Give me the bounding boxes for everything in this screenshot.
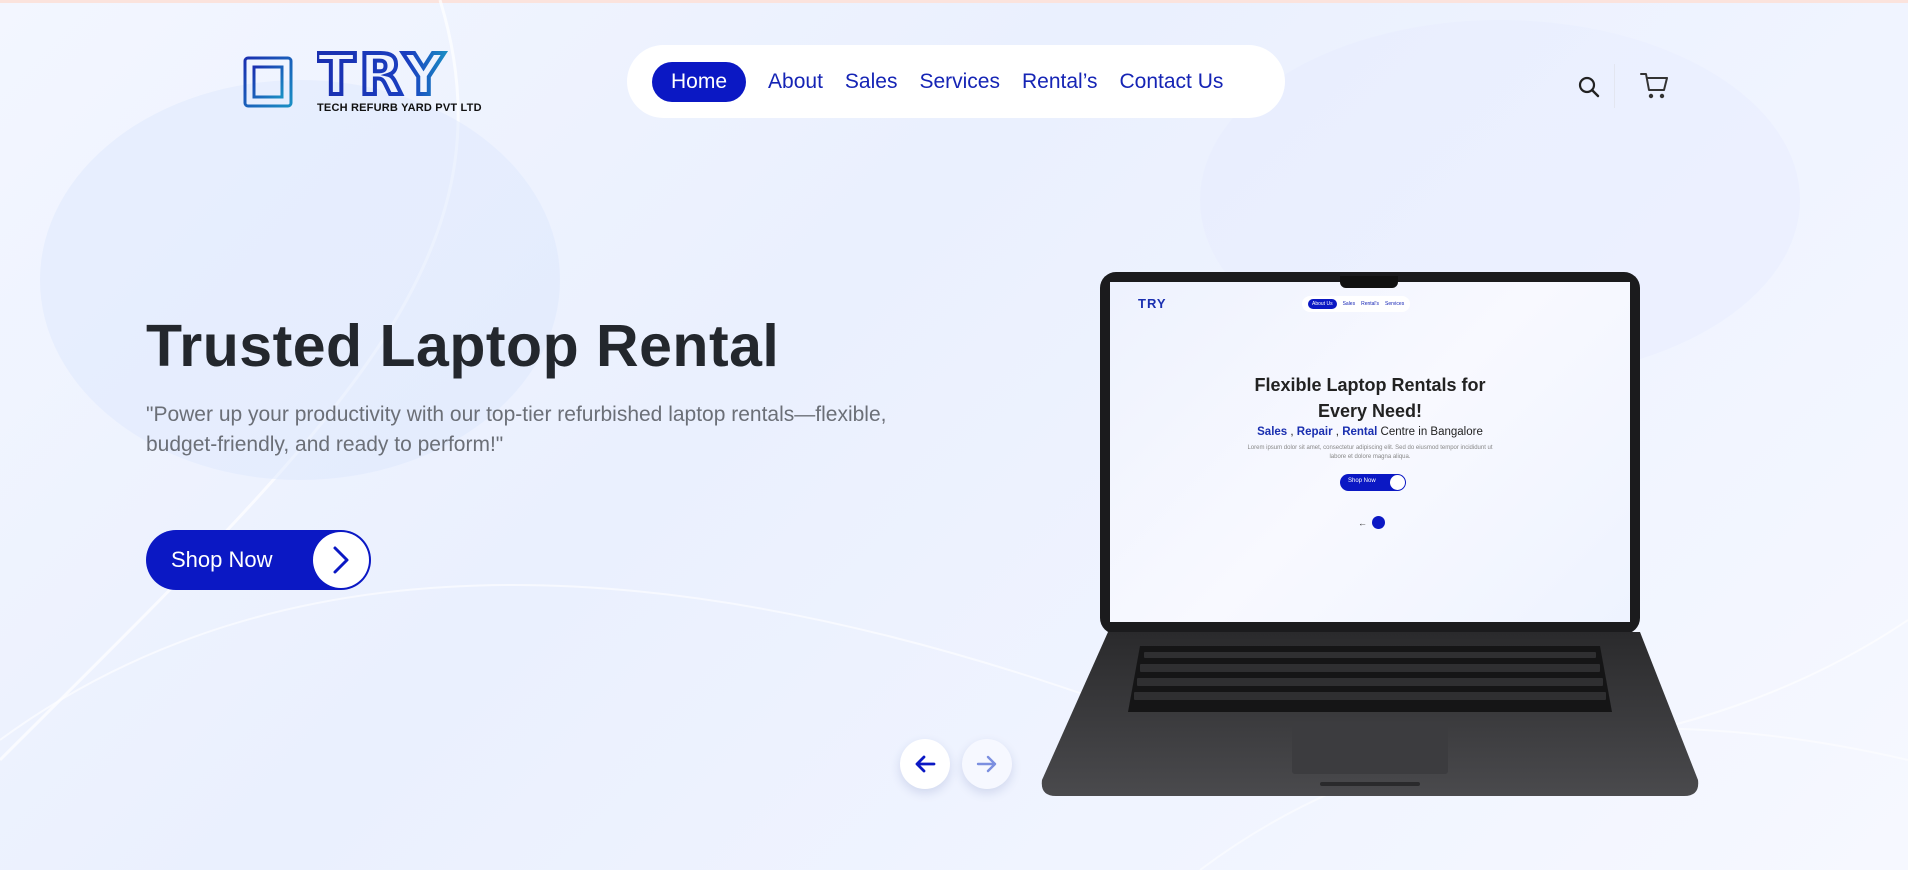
mini-tagline: Sales , Repair , Rental Centre in Bangal… [1257,426,1483,438]
laptop-image: TRY About Us Sales Rental's Services Fle… [1040,270,1700,800]
carousel-next-button[interactable] [962,739,1012,789]
hero-title: Trusted Laptop Rental [146,313,780,379]
nav-contact-us[interactable]: Contact Us [1119,70,1223,94]
header-divider [1614,64,1615,108]
mini-nav-item: Rental's [1361,301,1380,307]
brand-logo[interactable]: TRY TECH REFURB YARD PVT LTD [235,48,482,116]
mini-nav-item: About Us [1308,299,1337,309]
mini-nav-item: Services [1385,301,1405,307]
carousel-prev-button[interactable] [900,739,950,789]
mini-logo: TRY [1138,296,1167,311]
mini-chevron-icon [1390,475,1405,490]
mini-arrow-right-icon [1372,516,1385,529]
search-icon[interactable] [1576,74,1602,100]
company-name: TECH REFURB YARD PVT LTD [317,102,482,114]
svg-text:TRY: TRY [317,48,448,100]
mini-hero-title: Flexible Laptop Rentals for Every Need! [1254,375,1486,421]
chip-logo-icon [235,48,301,116]
main-nav: Home About Sales Services Rental’s Conta… [627,45,1285,118]
arrow-left-icon [915,755,936,773]
arrow-right-icon [976,755,997,773]
laptop-screen: TRY About Us Sales Rental's Services Fle… [1110,282,1630,622]
cart-icon[interactable] [1639,70,1671,100]
mini-arrow-left-icon: ← [1358,518,1367,528]
nav-rentals[interactable]: Rental’s [1022,70,1098,94]
chevron-right-icon [313,532,369,588]
hero-subtitle: "Power up your productivity with our top… [146,403,887,456]
nav-home[interactable]: Home [652,61,747,102]
logo-wordmark: TRY [317,48,448,100]
nav-services[interactable]: Services [919,70,1000,94]
camera-notch [1340,276,1398,288]
shop-now-label: Shop Now [171,547,273,572]
shop-now-button[interactable]: Shop Now [146,530,371,590]
mini-nav-item: Sales [1342,301,1356,307]
mini-shop-label: Shop Now [1348,478,1376,484]
mini-lorem: Lorem ipsum dolor sit amet, consectetur … [1247,445,1493,460]
nav-sales[interactable]: Sales [845,70,898,94]
laptop-keyboard-base [1041,632,1699,796]
top-accent-line [0,0,1908,3]
mini-nav: About Us Sales Rental's Services [1302,296,1411,312]
nav-about[interactable]: About [768,70,823,94]
